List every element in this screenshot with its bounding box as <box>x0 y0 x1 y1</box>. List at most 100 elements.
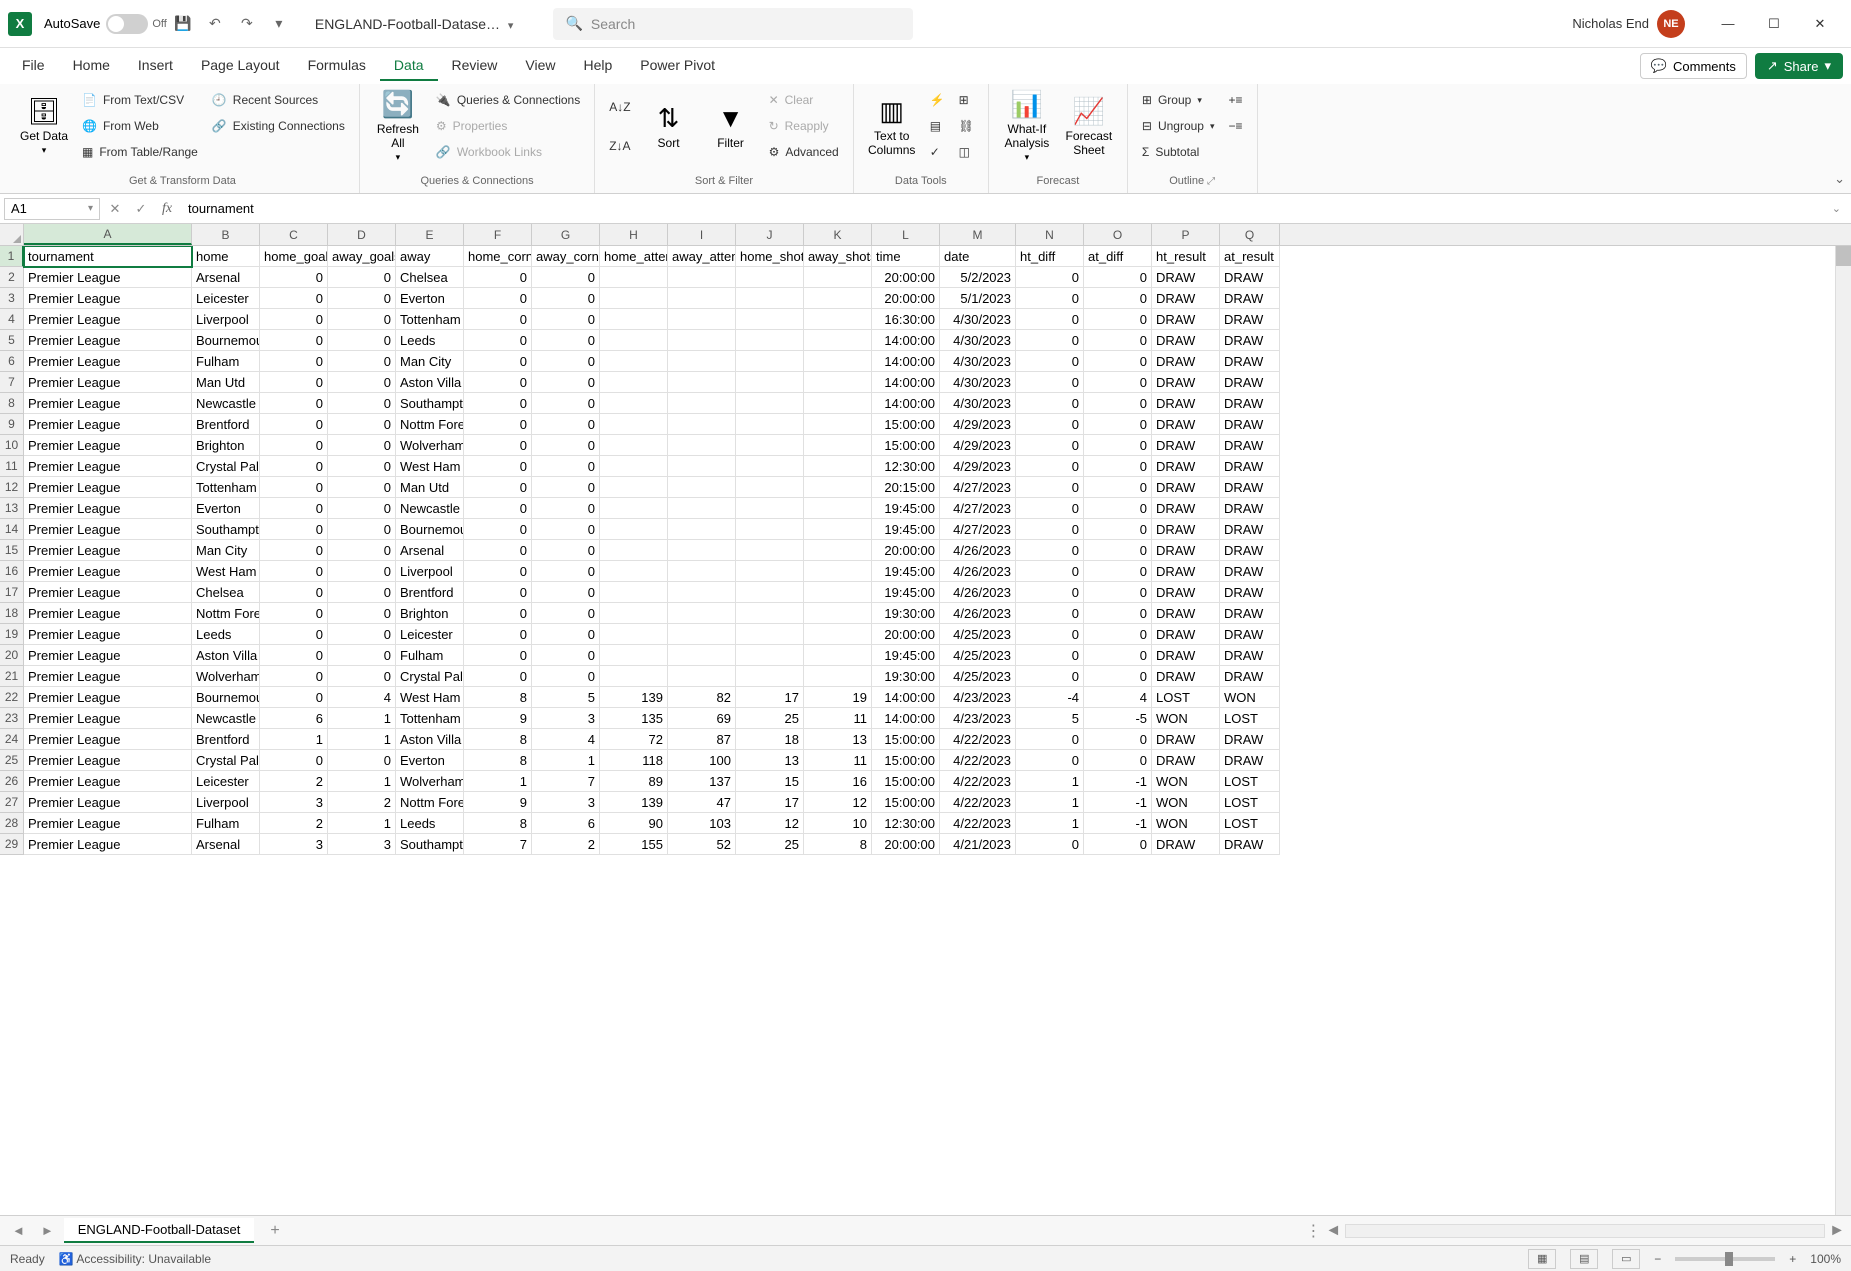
cell[interactable]: away_attempts <box>668 246 736 267</box>
name-box[interactable]: A1▾ <box>4 198 100 220</box>
cell[interactable]: Premier League <box>24 561 192 582</box>
row-header[interactable]: 24 <box>0 729 24 750</box>
cell[interactable]: Leeds <box>192 624 260 645</box>
cell[interactable]: 0 <box>464 414 532 435</box>
cell[interactable]: 4/25/2023 <box>940 666 1016 687</box>
cell[interactable]: 4 <box>532 729 600 750</box>
cell[interactable]: 5 <box>532 687 600 708</box>
cell[interactable]: 0 <box>260 330 328 351</box>
data-validation-button[interactable]: ✓ <box>926 140 949 164</box>
cell[interactable]: Bournemouth <box>396 519 464 540</box>
cell[interactable]: Liverpool <box>192 792 260 813</box>
cell[interactable]: 0 <box>1084 267 1152 288</box>
relationships-button[interactable]: ⛓ <box>955 114 978 138</box>
cell[interactable]: 0 <box>532 519 600 540</box>
cell[interactable]: Crystal Palace <box>396 666 464 687</box>
tab-help[interactable]: Help <box>570 51 627 81</box>
cell[interactable]: DRAW <box>1220 540 1280 561</box>
dialog-launcher-icon[interactable]: ⤢ <box>1207 176 1215 187</box>
subtotal-button[interactable]: ΣSubtotal <box>1138 140 1219 164</box>
cell[interactable] <box>600 540 668 561</box>
cell[interactable]: 20:00:00 <box>872 540 940 561</box>
cell[interactable] <box>668 456 736 477</box>
cell[interactable] <box>600 309 668 330</box>
cell[interactable]: DRAW <box>1220 519 1280 540</box>
cell[interactable]: Everton <box>396 750 464 771</box>
cell[interactable] <box>804 372 872 393</box>
cell[interactable]: home_shots <box>736 246 804 267</box>
cell[interactable] <box>600 477 668 498</box>
cell[interactable]: Premier League <box>24 540 192 561</box>
cell[interactable]: 0 <box>1016 729 1084 750</box>
cell[interactable]: DRAW <box>1220 561 1280 582</box>
cell[interactable]: -1 <box>1084 792 1152 813</box>
cell[interactable]: 4/29/2023 <box>940 435 1016 456</box>
cell[interactable] <box>668 414 736 435</box>
cell[interactable] <box>804 582 872 603</box>
cell[interactable]: 6 <box>532 813 600 834</box>
sheet-nav-next[interactable]: ► <box>35 1223 60 1238</box>
cell[interactable]: 15 <box>736 771 804 792</box>
cell[interactable]: 1 <box>1016 771 1084 792</box>
cell[interactable]: 0 <box>328 477 396 498</box>
column-header[interactable]: E <box>396 224 464 245</box>
remove-duplicates-button[interactable]: ▤ <box>926 114 949 138</box>
cell[interactable] <box>668 267 736 288</box>
row-header[interactable]: 3 <box>0 288 24 309</box>
cell[interactable]: at_diff <box>1084 246 1152 267</box>
cell[interactable]: 0 <box>328 750 396 771</box>
cell[interactable] <box>736 288 804 309</box>
cell[interactable]: 0 <box>1016 414 1084 435</box>
cell[interactable]: 12:30:00 <box>872 456 940 477</box>
cell[interactable]: DRAW <box>1220 288 1280 309</box>
cell[interactable]: 10 <box>804 813 872 834</box>
cell[interactable]: 2 <box>532 834 600 855</box>
cell[interactable] <box>736 435 804 456</box>
cell[interactable]: 5/2/2023 <box>940 267 1016 288</box>
cell[interactable]: Premier League <box>24 687 192 708</box>
cell[interactable]: DRAW <box>1152 624 1220 645</box>
cell[interactable]: Premier League <box>24 351 192 372</box>
comments-button[interactable]: 💬 Comments <box>1640 53 1747 79</box>
cell[interactable] <box>736 498 804 519</box>
cell[interactable]: Premier League <box>24 708 192 729</box>
sort-za-button[interactable]: Z↓A <box>605 134 634 158</box>
cell[interactable]: 0 <box>260 540 328 561</box>
tab-insert[interactable]: Insert <box>124 51 187 81</box>
cell[interactable]: 14:00:00 <box>872 393 940 414</box>
cell[interactable] <box>668 351 736 372</box>
cell[interactable]: 0 <box>1016 582 1084 603</box>
cell[interactable]: Everton <box>192 498 260 519</box>
cell[interactable]: 137 <box>668 771 736 792</box>
cell[interactable]: 0 <box>260 267 328 288</box>
data-model-button[interactable]: ◫ <box>955 140 978 164</box>
cell[interactable]: Tottenham <box>192 477 260 498</box>
cell[interactable]: 0 <box>532 666 600 687</box>
get-data-button[interactable]: 🗄Get Data▾ <box>16 88 72 164</box>
cell[interactable] <box>736 414 804 435</box>
vertical-scrollbar[interactable] <box>1835 246 1851 1215</box>
cell[interactable]: Newcastle <box>192 708 260 729</box>
cell[interactable]: away_goals <box>328 246 396 267</box>
cell[interactable]: 4/26/2023 <box>940 540 1016 561</box>
column-header[interactable]: N <box>1016 224 1084 245</box>
cell[interactable] <box>736 309 804 330</box>
cell[interactable]: 0 <box>1016 393 1084 414</box>
save-icon[interactable]: 💾 <box>169 10 197 38</box>
cell[interactable]: Premier League <box>24 330 192 351</box>
row-header[interactable]: 1 <box>0 246 24 267</box>
cell[interactable]: 4/22/2023 <box>940 771 1016 792</box>
cell[interactable]: -4 <box>1016 687 1084 708</box>
cell[interactable]: 4/23/2023 <box>940 687 1016 708</box>
cell[interactable]: 4/27/2023 <box>940 477 1016 498</box>
cell[interactable] <box>736 519 804 540</box>
cell[interactable]: 0 <box>464 435 532 456</box>
cell[interactable] <box>600 288 668 309</box>
cell[interactable]: home_attempts <box>600 246 668 267</box>
sheet-tab[interactable]: ENGLAND-Football-Dataset <box>64 1218 255 1243</box>
cell[interactable]: Chelsea <box>192 582 260 603</box>
cell[interactable] <box>804 288 872 309</box>
cell[interactable]: Leeds <box>396 330 464 351</box>
row-header[interactable]: 10 <box>0 435 24 456</box>
cell[interactable]: 5/1/2023 <box>940 288 1016 309</box>
